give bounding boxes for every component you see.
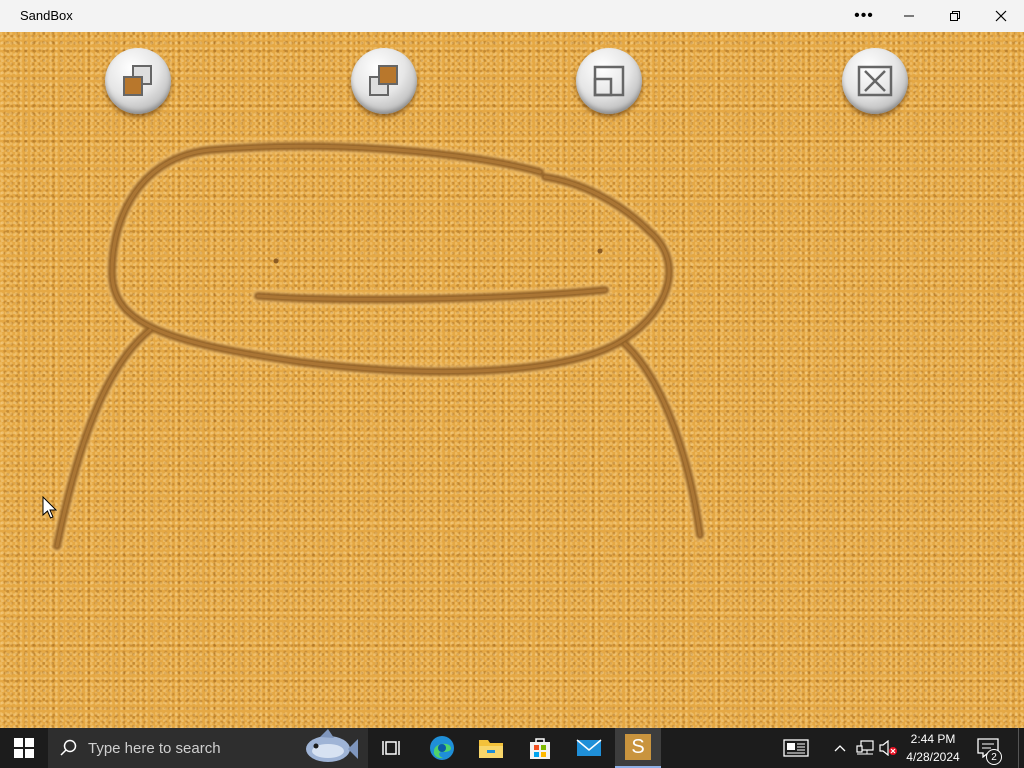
- store-button[interactable]: [516, 728, 564, 768]
- more-options-button[interactable]: •••: [841, 0, 887, 32]
- title-bar: SandBox •••: [0, 0, 1024, 32]
- window-title: SandBox: [20, 8, 73, 23]
- notification-center-button[interactable]: 2: [972, 728, 1004, 768]
- show-hidden-icons-button[interactable]: [830, 728, 850, 768]
- right-eye-dot: [597, 248, 603, 254]
- resize-button[interactable]: [576, 48, 642, 114]
- chevron-up-icon: [834, 745, 846, 752]
- minimize-button[interactable]: [886, 0, 932, 32]
- close-button[interactable]: [978, 0, 1024, 32]
- volume-button[interactable]: [877, 728, 899, 768]
- edge-icon: [430, 736, 454, 760]
- news-icon: [783, 739, 809, 757]
- store-icon: [530, 738, 550, 759]
- layout-swap-button-2[interactable]: [351, 48, 417, 114]
- file-explorer-icon: [479, 740, 503, 758]
- sandbox-app-icon: S: [625, 734, 651, 760]
- task-view-button[interactable]: [368, 728, 416, 768]
- restore-button[interactable]: [932, 0, 978, 32]
- sand-drawing: [50, 139, 707, 553]
- show-desktop-button[interactable]: [1018, 728, 1024, 768]
- clear-button[interactable]: [842, 48, 908, 114]
- layout-swap-button-1[interactable]: [105, 48, 171, 114]
- news-widget-button[interactable]: [776, 728, 816, 768]
- clock-time: 2:44 PM: [910, 732, 956, 746]
- clock[interactable]: 2:44 PM 4/28/2024: [904, 730, 962, 766]
- close-icon: [995, 10, 1007, 22]
- network-button[interactable]: [854, 728, 876, 768]
- search-box[interactable]: Type here to search: [48, 728, 368, 768]
- notification-count-badge: 2: [986, 749, 1002, 765]
- restore-icon: [950, 11, 960, 21]
- more-icon: •••: [854, 7, 874, 24]
- windows-logo-icon: [14, 738, 34, 758]
- minimize-icon: [904, 15, 914, 17]
- volume-muted-icon: [879, 740, 897, 756]
- mail-button[interactable]: [565, 728, 613, 768]
- file-explorer-button[interactable]: [467, 728, 515, 768]
- mouse-cursor-icon: [42, 496, 58, 519]
- network-icon: [856, 740, 874, 755]
- task-view-icon: [382, 741, 400, 755]
- sandbox-app-letter: S: [631, 735, 645, 758]
- edge-button[interactable]: [418, 728, 466, 768]
- x-box-icon: [857, 65, 893, 97]
- clock-date: 4/28/2024: [906, 750, 960, 764]
- drawn-head-outline: [105, 139, 677, 379]
- search-placeholder: Type here to search: [88, 740, 221, 757]
- overlap-squares-icon: [123, 65, 152, 96]
- start-button[interactable]: [0, 728, 48, 768]
- mail-icon: [576, 739, 602, 756]
- taskbar: Type here to search S 2:44 PM 4/28/2024 …: [0, 728, 1024, 768]
- search-highlight-fish-icon: [306, 729, 358, 762]
- notification-count: 2: [991, 751, 997, 763]
- sandbox-taskbar-button[interactable]: S: [615, 728, 661, 768]
- corner-square-icon: [593, 65, 625, 97]
- left-eye-dot: [273, 258, 279, 264]
- search-icon: [60, 739, 77, 756]
- sand-canvas[interactable]: [0, 32, 1024, 728]
- overlap-squares-alt-icon: [369, 65, 398, 96]
